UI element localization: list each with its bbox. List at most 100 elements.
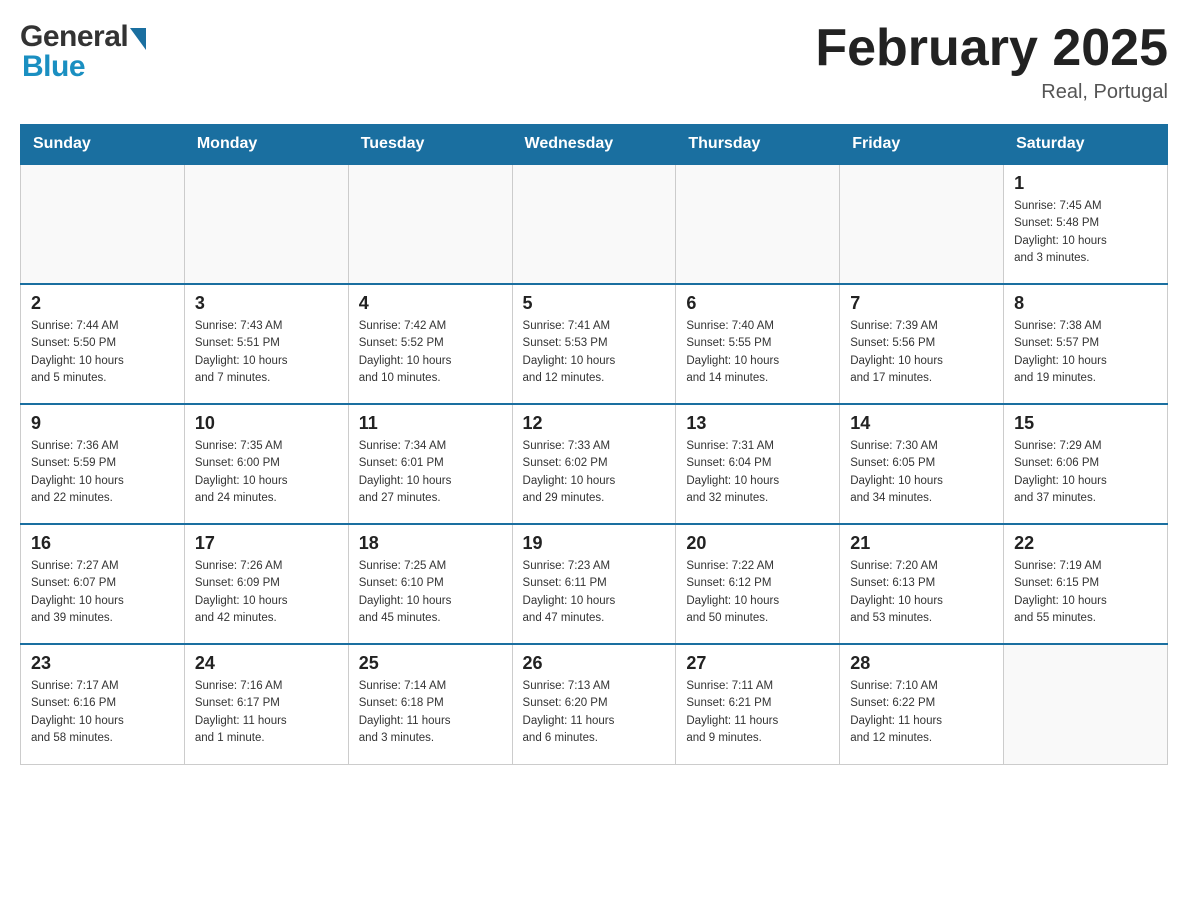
day-info: Sunrise: 7:19 AM Sunset: 6:15 PM Dayligh… xyxy=(1014,558,1157,627)
day-info: Sunrise: 7:39 AM Sunset: 5:56 PM Dayligh… xyxy=(850,318,993,387)
day-number: 9 xyxy=(31,413,174,434)
weekday-header-tuesday: Tuesday xyxy=(348,125,512,165)
day-number: 12 xyxy=(523,413,666,434)
calendar-cell: 21 Sunrise: 7:20 AM Sunset: 6:13 PM Dayli… xyxy=(840,524,1004,644)
title-block: February 2025 Real, Portugal xyxy=(815,20,1168,104)
calendar-cell: 19Sunrise: 7:23 AM Sunset: 6:11 PM Dayli… xyxy=(512,524,676,644)
week-row-2: 2Sunrise: 7:44 AM Sunset: 5:50 PM Daylig… xyxy=(21,284,1168,404)
calendar-cell: 4 Sunrise: 7:42 AM Sunset: 5:52 PM Daylig… xyxy=(348,284,512,404)
day-info: Sunrise: 7:30 AM Sunset: 6:05 PM Dayligh… xyxy=(850,438,993,507)
calendar-cell: 11 Sunrise: 7:34 AM Sunset: 6:01 PM Dayli… xyxy=(348,404,512,524)
calendar-cell: 26 Sunrise: 7:13 AM Sunset: 6:20 PM Dayli… xyxy=(512,644,676,764)
week-row-3: 9 Sunrise: 7:36 AM Sunset: 5:59 PM Daylig… xyxy=(21,404,1168,524)
day-info: Sunrise: 7:16 AM Sunset: 6:17 PM Dayligh… xyxy=(195,678,338,747)
weekday-header-saturday: Saturday xyxy=(1004,125,1168,165)
calendar-cell: 12 Sunrise: 7:33 AM Sunset: 6:02 PM Dayli… xyxy=(512,404,676,524)
calendar-cell: 5 Sunrise: 7:41 AM Sunset: 5:53 PM Daylig… xyxy=(512,284,676,404)
day-info: Sunrise: 7:33 AM Sunset: 6:02 PM Dayligh… xyxy=(523,438,666,507)
week-row-5: 23 Sunrise: 7:17 AM Sunset: 6:16 PM Dayli… xyxy=(21,644,1168,764)
day-number: 13 xyxy=(686,413,829,434)
day-number: 16 xyxy=(31,533,174,554)
calendar-cell: 20 Sunrise: 7:22 AM Sunset: 6:12 PM Dayli… xyxy=(676,524,840,644)
calendar-cell: 1 Sunrise: 7:45 AM Sunset: 5:48 PM Daylig… xyxy=(1004,164,1168,284)
day-info: Sunrise: 7:14 AM Sunset: 6:18 PM Dayligh… xyxy=(359,678,502,747)
day-info: Sunrise: 7:17 AM Sunset: 6:16 PM Dayligh… xyxy=(31,678,174,747)
day-info: Sunrise: 7:36 AM Sunset: 5:59 PM Dayligh… xyxy=(31,438,174,507)
day-number: 24 xyxy=(195,653,338,674)
logo-chevron-icon xyxy=(130,28,146,50)
day-info: Sunrise: 7:20 AM Sunset: 6:13 PM Dayligh… xyxy=(850,558,993,627)
calendar-cell xyxy=(676,164,840,284)
calendar-cell: 7 Sunrise: 7:39 AM Sunset: 5:56 PM Daylig… xyxy=(840,284,1004,404)
calendar-cell: 23 Sunrise: 7:17 AM Sunset: 6:16 PM Dayli… xyxy=(21,644,185,764)
weekday-header-wednesday: Wednesday xyxy=(512,125,676,165)
calendar-cell: 16 Sunrise: 7:27 AM Sunset: 6:07 PM Dayli… xyxy=(21,524,185,644)
day-number: 22 xyxy=(1014,533,1157,554)
day-info: Sunrise: 7:13 AM Sunset: 6:20 PM Dayligh… xyxy=(523,678,666,747)
calendar-cell: 3Sunrise: 7:43 AM Sunset: 5:51 PM Daylig… xyxy=(184,284,348,404)
day-number: 17 xyxy=(195,533,338,554)
day-number: 11 xyxy=(359,413,502,434)
day-info: Sunrise: 7:34 AM Sunset: 6:01 PM Dayligh… xyxy=(359,438,502,507)
day-info: Sunrise: 7:27 AM Sunset: 6:07 PM Dayligh… xyxy=(31,558,174,627)
weekday-header-friday: Friday xyxy=(840,125,1004,165)
calendar-cell xyxy=(184,164,348,284)
calendar-table: SundayMondayTuesdayWednesdayThursdayFrid… xyxy=(20,124,1168,765)
day-number: 4 xyxy=(359,293,502,314)
calendar-cell xyxy=(21,164,185,284)
calendar-cell: 2Sunrise: 7:44 AM Sunset: 5:50 PM Daylig… xyxy=(21,284,185,404)
day-info: Sunrise: 7:26 AM Sunset: 6:09 PM Dayligh… xyxy=(195,558,338,627)
calendar-cell: 9 Sunrise: 7:36 AM Sunset: 5:59 PM Daylig… xyxy=(21,404,185,524)
calendar-cell xyxy=(840,164,1004,284)
day-info: Sunrise: 7:42 AM Sunset: 5:52 PM Dayligh… xyxy=(359,318,502,387)
logo-general-text: General xyxy=(20,20,128,54)
day-info: Sunrise: 7:35 AM Sunset: 6:00 PM Dayligh… xyxy=(195,438,338,507)
weekday-header-thursday: Thursday xyxy=(676,125,840,165)
calendar-cell xyxy=(1004,644,1168,764)
day-info: Sunrise: 7:29 AM Sunset: 6:06 PM Dayligh… xyxy=(1014,438,1157,507)
day-info: Sunrise: 7:44 AM Sunset: 5:50 PM Dayligh… xyxy=(31,318,174,387)
day-number: 5 xyxy=(523,293,666,314)
location-label: Real, Portugal xyxy=(815,81,1168,104)
logo-blue-text: Blue xyxy=(22,50,85,84)
calendar-cell: 18 Sunrise: 7:25 AM Sunset: 6:10 PM Dayli… xyxy=(348,524,512,644)
day-number: 1 xyxy=(1014,173,1157,194)
day-info: Sunrise: 7:31 AM Sunset: 6:04 PM Dayligh… xyxy=(686,438,829,507)
day-number: 15 xyxy=(1014,413,1157,434)
weekday-header-sunday: Sunday xyxy=(21,125,185,165)
day-number: 3 xyxy=(195,293,338,314)
calendar-cell: 22 Sunrise: 7:19 AM Sunset: 6:15 PM Dayli… xyxy=(1004,524,1168,644)
day-number: 21 xyxy=(850,533,993,554)
calendar-cell: 15 Sunrise: 7:29 AM Sunset: 6:06 PM Dayli… xyxy=(1004,404,1168,524)
calendar-cell: 10 Sunrise: 7:35 AM Sunset: 6:00 PM Dayli… xyxy=(184,404,348,524)
day-number: 8 xyxy=(1014,293,1157,314)
day-info: Sunrise: 7:22 AM Sunset: 6:12 PM Dayligh… xyxy=(686,558,829,627)
day-number: 6 xyxy=(686,293,829,314)
calendar-cell: 27Sunrise: 7:11 AM Sunset: 6:21 PM Dayli… xyxy=(676,644,840,764)
day-number: 25 xyxy=(359,653,502,674)
calendar-cell xyxy=(512,164,676,284)
day-number: 19 xyxy=(523,533,666,554)
weekday-header-row: SundayMondayTuesdayWednesdayThursdayFrid… xyxy=(21,125,1168,165)
weekday-header-monday: Monday xyxy=(184,125,348,165)
calendar-cell: 17 Sunrise: 7:26 AM Sunset: 6:09 PM Dayli… xyxy=(184,524,348,644)
week-row-1: 1 Sunrise: 7:45 AM Sunset: 5:48 PM Daylig… xyxy=(21,164,1168,284)
day-number: 27 xyxy=(686,653,829,674)
calendar-cell: 24 Sunrise: 7:16 AM Sunset: 6:17 PM Dayli… xyxy=(184,644,348,764)
day-number: 20 xyxy=(686,533,829,554)
day-info: Sunrise: 7:41 AM Sunset: 5:53 PM Dayligh… xyxy=(523,318,666,387)
day-number: 10 xyxy=(195,413,338,434)
day-info: Sunrise: 7:45 AM Sunset: 5:48 PM Dayligh… xyxy=(1014,198,1157,267)
day-number: 23 xyxy=(31,653,174,674)
calendar-cell: 25 Sunrise: 7:14 AM Sunset: 6:18 PM Dayli… xyxy=(348,644,512,764)
calendar-cell: 28Sunrise: 7:10 AM Sunset: 6:22 PM Dayli… xyxy=(840,644,1004,764)
day-number: 28 xyxy=(850,653,993,674)
day-info: Sunrise: 7:40 AM Sunset: 5:55 PM Dayligh… xyxy=(686,318,829,387)
day-number: 26 xyxy=(523,653,666,674)
calendar-cell xyxy=(348,164,512,284)
day-info: Sunrise: 7:25 AM Sunset: 6:10 PM Dayligh… xyxy=(359,558,502,627)
day-number: 7 xyxy=(850,293,993,314)
calendar-cell: 14 Sunrise: 7:30 AM Sunset: 6:05 PM Dayli… xyxy=(840,404,1004,524)
day-number: 18 xyxy=(359,533,502,554)
day-number: 14 xyxy=(850,413,993,434)
